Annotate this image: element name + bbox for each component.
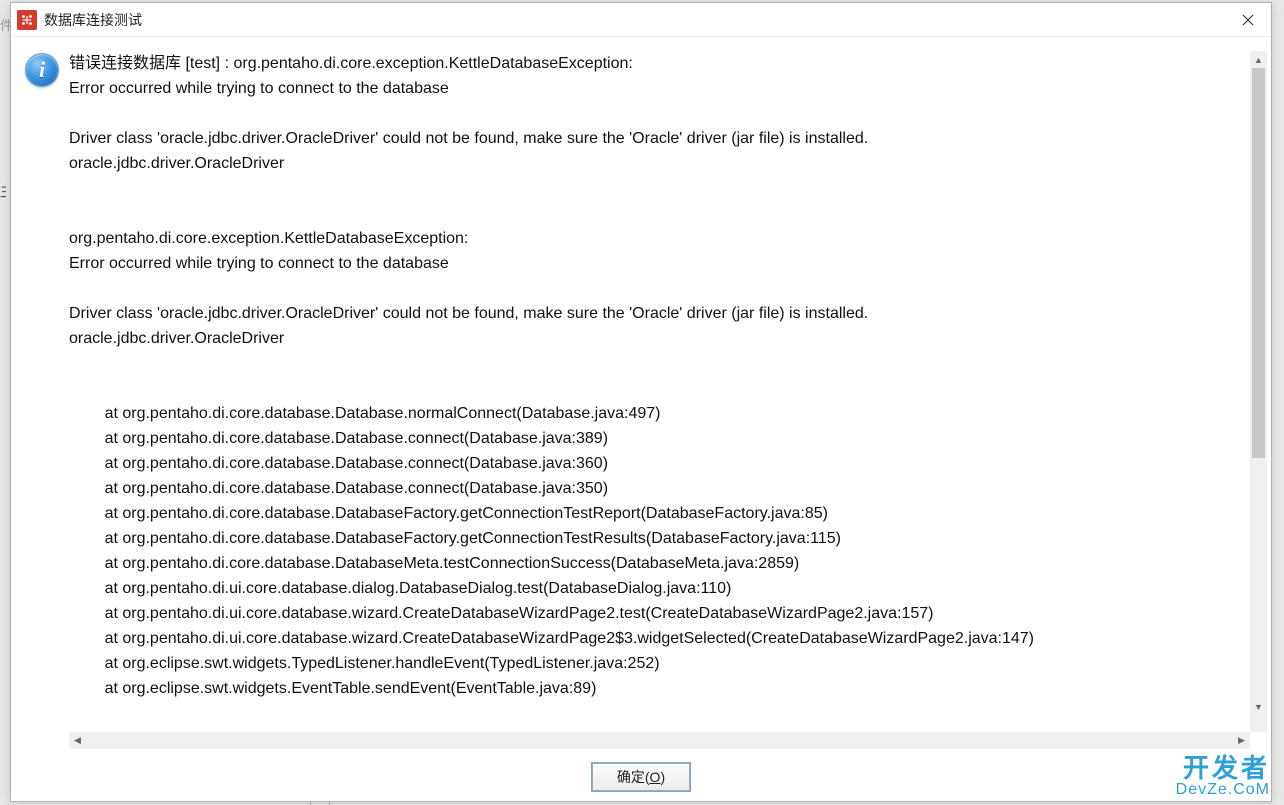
title-bar: 数据库连接测试 (11, 3, 1271, 37)
scroll-left-arrow-icon[interactable]: ◀ (69, 732, 86, 749)
close-icon (1242, 14, 1254, 26)
ok-label-pre: 确定( (617, 767, 650, 787)
dialog-window: 数据库连接测试 i 错误连接数据库 [test] : org.pentaho.d… (10, 2, 1272, 802)
scroll-right-arrow-icon[interactable]: ▶ (1233, 732, 1250, 749)
background-text-2: 主 (0, 180, 6, 201)
info-icon: i (25, 53, 59, 87)
dialog-body: i 错误连接数据库 [test] : org.pentaho.di.core.e… (11, 37, 1271, 755)
icon-column: i (25, 51, 69, 749)
ok-mnemonic: O (650, 769, 661, 785)
button-bar: 确定(O) (11, 755, 1271, 801)
ok-button[interactable]: 确定(O) (592, 763, 690, 791)
message-column: 错误连接数据库 [test] : org.pentaho.di.core.exc… (69, 51, 1267, 749)
vertical-scrollbar[interactable]: ▲ ▼ (1250, 51, 1267, 732)
horizontal-scrollbar[interactable]: ◀ ▶ (69, 732, 1250, 749)
ok-label-post: ) (660, 769, 665, 785)
scroll-up-arrow-icon[interactable]: ▲ (1250, 51, 1267, 68)
error-message-text: 错误连接数据库 [test] : org.pentaho.di.core.exc… (69, 51, 1250, 732)
scroll-down-arrow-icon[interactable]: ▼ (1250, 698, 1267, 715)
close-button[interactable] (1225, 3, 1271, 36)
app-icon (17, 10, 37, 30)
window-title: 数据库连接测试 (44, 10, 1225, 30)
scroll-thumb[interactable] (1252, 68, 1265, 458)
